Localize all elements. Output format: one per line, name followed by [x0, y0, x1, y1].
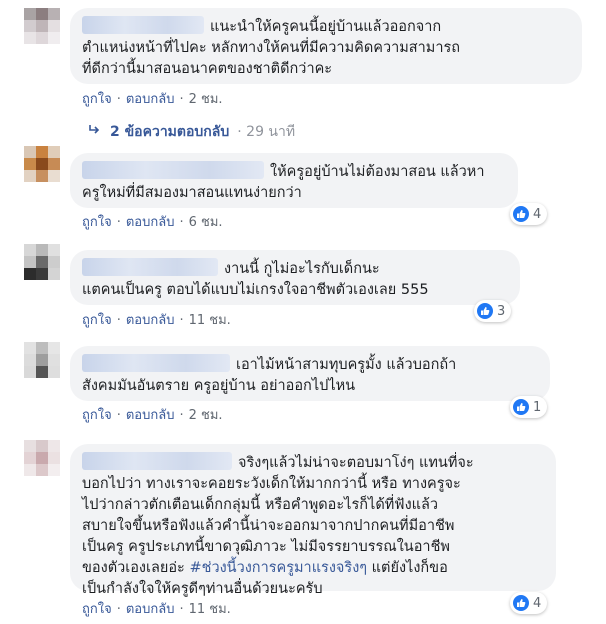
comment-line: ครูใหม่ที่มีสมองมาสอนแทนง่ายกว่า [82, 185, 302, 201]
timestamp[interactable]: 11 ชม. [189, 313, 231, 328]
reply-link[interactable]: ตอบกลับ [126, 92, 175, 107]
reaction-number: 3 [497, 303, 506, 319]
comment-line: สังคมมันอันตราย ครูอยู่บ้าน อย่าออกไปไหน [82, 378, 356, 394]
commenter-name[interactable] [82, 161, 264, 179]
view-replies-link[interactable]: 2 ข้อความตอบกลับ · 29 นาที [88, 122, 295, 142]
replies-count: 2 ข้อความตอบกลับ [110, 124, 230, 140]
thumbs-up-icon [513, 206, 529, 222]
commenter-name[interactable] [82, 16, 204, 34]
timestamp[interactable]: 6 ชม. [189, 215, 223, 230]
avatar[interactable] [24, 342, 60, 378]
reaction-number: 4 [533, 206, 542, 222]
comment-line: สบายใจขึ้นหรือฟังแล้วคำนี้น่าจะออกมาจากป… [82, 518, 455, 534]
timestamp[interactable]: 11 ชม. [189, 602, 231, 617]
thumbs-up-icon [513, 595, 529, 611]
like-link[interactable]: ถูกใจ [82, 602, 112, 617]
reply-link[interactable]: ตอบกลับ [126, 313, 175, 328]
comment-bubble: งานนี้ กูไม่อะไรกับเด็กนะ แตคนเป็นครู ตอ… [70, 250, 520, 305]
comment-line: ตำแหน่งหน้าที่ไปคะ หลักทางให้คนที่มีความ… [82, 40, 461, 56]
comment-line: ให้ครูอยู่บ้านไม่ต้องมาสอน แล้วหา [270, 164, 485, 180]
reply-link[interactable]: ตอบกลับ [126, 408, 175, 423]
comment-line: เอาไม้หน้าสามทุบครูมั้ง แล้วบอกถ้า [236, 357, 457, 373]
avatar[interactable] [24, 244, 60, 280]
comment-line: จริงๆแล้วไม่น่าจะตอบมาโง่ๆ แทนที่จะ [238, 455, 474, 471]
comment-line: แนะนำให้ครูคนนี้อยู่บ้านแล้วออกจาก [210, 19, 442, 35]
reaction-count[interactable]: 3 [474, 300, 512, 322]
comment-line: แตคนเป็นครู ตอบได้แบบไม่เกรงใจอาชีพตัวเอ… [82, 282, 429, 298]
reply-link[interactable]: ตอบกลับ [126, 602, 175, 617]
comment-line: บอกไปว่า ทางเราจะคอยระวังเด็กให้มากกว่าน… [82, 476, 461, 492]
comment-bubble: ให้ครูอยู่บ้านไม่ต้องมาสอน แล้วหา ครูใหม… [70, 153, 518, 208]
like-link[interactable]: ถูกใจ [82, 408, 112, 423]
comment-bubble: เอาไม้หน้าสามทุบครูมั้ง แล้วบอกถ้า สังคม… [70, 346, 550, 401]
comment-bubble: แนะนำให้ครูคนนี้อยู่บ้านแล้วออกจาก ตำแหน… [70, 8, 582, 84]
avatar[interactable] [24, 146, 60, 182]
comment-line: ที่ดีกว่านี้มาสอนอนาคตของชาติดีกว่าคะ [82, 61, 333, 77]
thumbs-up-icon [513, 399, 529, 415]
reaction-count[interactable]: 1 [510, 396, 548, 418]
comment-actions: ถูกใจ · ตอบกลับ · 11 ชม. [82, 313, 231, 328]
avatar[interactable] [24, 8, 60, 44]
commenter-name[interactable] [82, 258, 218, 276]
reply-link[interactable]: ตอบกลับ [126, 215, 175, 230]
comment-line: เป็นกำลังใจให้ครูดีๆท่านอื่นด้วยนะครับ [82, 581, 323, 597]
commenter-name[interactable] [82, 354, 230, 372]
reaction-count[interactable]: 4 [510, 203, 548, 225]
comment-bubble: จริงๆแล้วไม่น่าจะตอบมาโง่ๆ แทนที่จะ บอกไ… [70, 444, 556, 597]
replies-time: 29 นาที [246, 124, 296, 140]
reaction-count[interactable]: 4 [510, 592, 548, 614]
comment-line: ของตัวเองเลยอ่ะ #ช่วงนี้วงการครูมาแรงจริ… [82, 560, 448, 576]
reply-arrow-icon [88, 122, 100, 142]
reaction-number: 4 [533, 595, 542, 611]
like-link[interactable]: ถูกใจ [82, 313, 112, 328]
commenter-name[interactable] [82, 452, 232, 470]
timestamp[interactable]: 2 ชม. [189, 408, 223, 423]
like-link[interactable]: ถูกใจ [82, 215, 112, 230]
comment-line: เป็นครู ครูประเภทนี้ขาดวุฒิภาวะ ไม่มีจรร… [82, 539, 450, 555]
comment-actions: ถูกใจ · ตอบกลับ · 11 ชม. [82, 602, 231, 617]
thumbs-up-icon [477, 303, 493, 319]
reaction-number: 1 [533, 399, 542, 415]
timestamp[interactable]: 2 ชม. [189, 92, 223, 107]
avatar[interactable] [24, 440, 60, 476]
comment-line: งานนี้ กูไม่อะไรกับเด็กนะ [224, 261, 380, 277]
hashtag-link[interactable]: #ช่วงนี้วงการครูมาแรงจริงๆ [189, 560, 367, 576]
comment-actions: ถูกใจ · ตอบกลับ · 2 ชม. [82, 92, 223, 107]
comment-line: ไปว่ากล่าวตักเตือนเด็กกลุ่มนี้ หรือคำพูด… [82, 497, 439, 513]
comment-actions: ถูกใจ · ตอบกลับ · 6 ชม. [82, 215, 223, 230]
comment-actions: ถูกใจ · ตอบกลับ · 2 ชม. [82, 408, 223, 423]
like-link[interactable]: ถูกใจ [82, 92, 112, 107]
